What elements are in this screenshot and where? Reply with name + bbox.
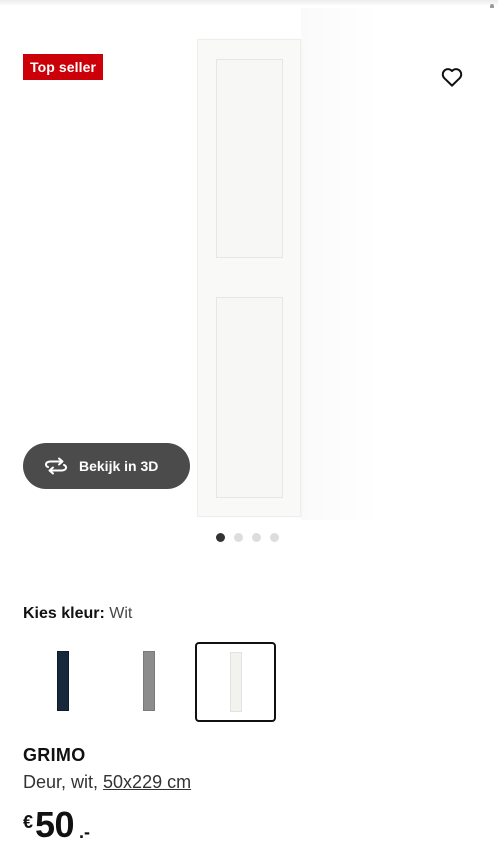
top-seller-badge: Top seller <box>23 54 104 80</box>
colour-label: Kies kleur: <box>23 605 105 622</box>
product-page: Top seller Bekijk in 3D Kies kleur: Wit <box>0 0 498 857</box>
background-shade <box>301 8 498 520</box>
carousel-dots <box>216 533 279 542</box>
product-name: GRIMO <box>23 745 86 765</box>
carousel-dot[interactable] <box>252 533 261 542</box>
swatch-thumbnail <box>230 652 242 712</box>
price-integer: 50 <box>35 804 75 845</box>
product-size-link[interactable]: 50x229 cm <box>103 772 191 792</box>
door-upper-panel <box>216 59 283 258</box>
carousel-dot[interactable] <box>270 533 279 542</box>
product-description: Deur, wit, 50x229 cm <box>23 772 191 793</box>
door-lower-panel <box>216 297 283 498</box>
heart-icon <box>441 68 463 87</box>
product-description-text: Deur, wit, <box>23 772 104 792</box>
top-divider <box>0 0 498 6</box>
price-currency: € <box>23 812 34 832</box>
colour-selection: Kies kleur: Wit <box>23 604 132 624</box>
colour-value: Wit <box>109 605 133 622</box>
product-image[interactable] <box>197 39 301 517</box>
view-3d-button[interactable]: Bekijk in 3D <box>23 443 190 489</box>
view-3d-label: Bekijk in 3D <box>79 458 159 474</box>
rotate-3d-icon <box>43 456 69 476</box>
carousel-dot[interactable] <box>216 533 225 542</box>
colour-swatch-grey[interactable] <box>109 642 190 722</box>
favorite-button[interactable] <box>438 63 466 91</box>
price-decimal: .- <box>79 822 90 842</box>
swatch-thumbnail <box>57 651 69 711</box>
colour-swatch-white[interactable] <box>195 642 276 722</box>
carousel-dot[interactable] <box>234 533 243 542</box>
swatch-thumbnail <box>143 651 155 711</box>
colour-swatch-dark-blue[interactable] <box>23 642 104 722</box>
